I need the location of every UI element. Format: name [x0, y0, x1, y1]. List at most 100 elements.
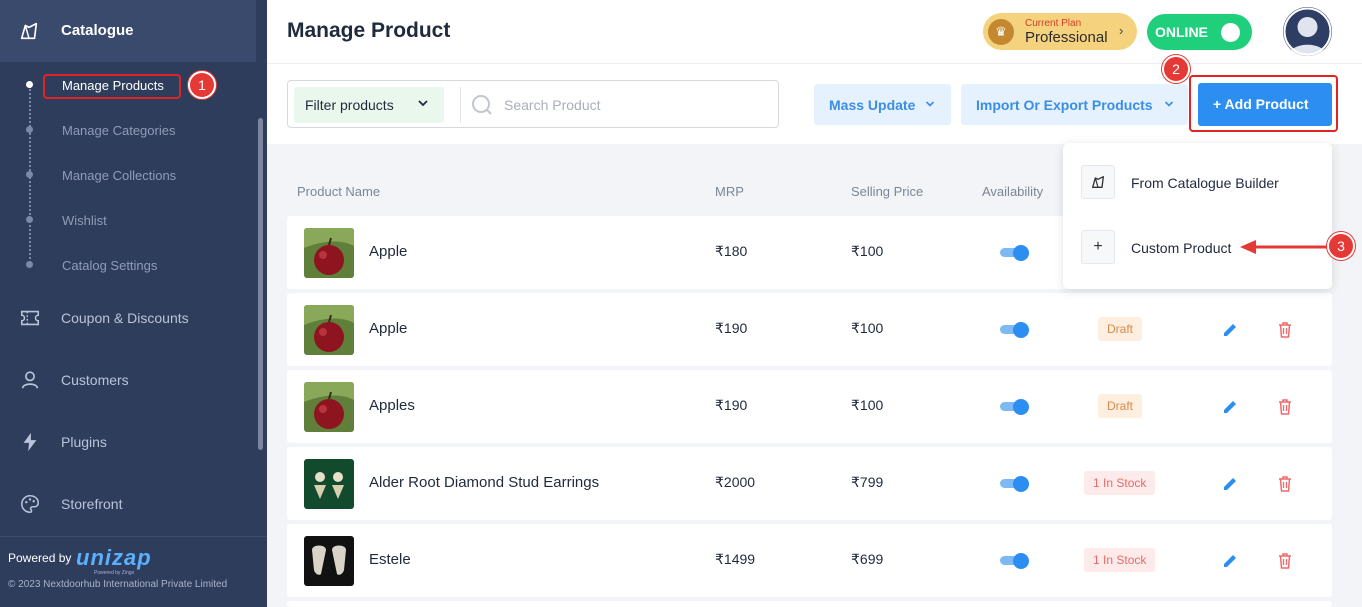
search-input[interactable]: [504, 91, 764, 119]
availability-toggle[interactable]: [1000, 553, 1029, 569]
coupon-icon: [20, 310, 40, 326]
product-thumbnail: [304, 305, 354, 355]
sidebar-item-label: Plugins: [61, 434, 107, 450]
crown-icon: ♛: [988, 19, 1014, 45]
sidebar-item-label: Coupon & Discounts: [61, 310, 189, 326]
dropdown-item-label: Custom Product: [1131, 240, 1232, 256]
sidebar-item-coupons[interactable]: Coupon & Discounts: [0, 298, 256, 338]
annotation-arrow-3: [1240, 240, 1328, 254]
sidebar-footer: Powered by unizap Powered by Zingo © 202…: [0, 536, 267, 607]
product-name[interactable]: Apple: [369, 243, 407, 260]
status-badge: Draft: [1098, 317, 1143, 341]
avatar-icon: [1283, 7, 1332, 56]
edit-icon[interactable]: [1221, 475, 1239, 493]
table-row[interactable]: Alder Root Diamond Stud Earrings ₹2000 ₹…: [287, 447, 1332, 520]
product-thumbnail: [304, 382, 354, 432]
annotation-box-2: [1189, 75, 1338, 132]
table-row[interactable]: Apple ₹190 ₹100 Draft: [287, 293, 1332, 366]
edit-icon[interactable]: [1221, 398, 1239, 416]
product-name[interactable]: Alder Root Diamond Stud Earrings: [369, 474, 599, 491]
import-export-button[interactable]: Import Or Export Products: [961, 84, 1188, 125]
plus-icon: +: [1081, 230, 1115, 264]
dropdown-item-from-catalogue-builder[interactable]: From Catalogue Builder: [1081, 165, 1316, 201]
divider: [460, 87, 461, 123]
sidebar-item-catalogue[interactable]: Catalogue: [0, 0, 256, 62]
mass-update-label: Mass Update: [829, 97, 916, 113]
edit-icon[interactable]: [1221, 552, 1239, 570]
product-name[interactable]: Estele: [369, 551, 411, 568]
availability-toggle[interactable]: [1000, 322, 1029, 338]
chevron-down-icon: [1164, 101, 1174, 107]
online-toggle[interactable]: ONLINE: [1147, 14, 1252, 50]
column-header-availability: Availability: [982, 184, 1044, 199]
top-header: Manage Product ♛ Current Plan Profession…: [267, 0, 1362, 64]
product-mrp: ₹1499: [715, 551, 756, 567]
submenu-dot-active: [26, 81, 33, 88]
status-badge: Draft: [1098, 394, 1143, 418]
sidebar-scrollbar[interactable]: [258, 118, 263, 450]
brand-sub: Powered by Zingo: [94, 570, 135, 576]
powered-by-label: Powered by: [8, 551, 72, 565]
filter-products-button[interactable]: Filter products: [294, 87, 444, 123]
product-thumbnail: [304, 228, 354, 278]
submenu-dot: [26, 261, 33, 268]
table-row[interactable]: Apples ₹190 ₹100 Draft: [287, 370, 1332, 443]
annotation-badge-2: 2: [1162, 55, 1190, 83]
product-mrp: ₹180: [715, 243, 748, 259]
availability-toggle[interactable]: [1000, 399, 1029, 415]
online-label: ONLINE: [1155, 24, 1208, 40]
dropdown-item-label: From Catalogue Builder: [1131, 175, 1279, 191]
status-badge: 1 In Stock: [1084, 471, 1156, 495]
availability-toggle[interactable]: [1000, 476, 1029, 492]
sidebar-item-label: Storefront: [61, 496, 123, 512]
product-selling-price: ₹699: [851, 551, 884, 567]
submenu-dot: [26, 171, 33, 178]
toggle-knob: [1221, 23, 1240, 42]
column-header-product-name: Product Name: [297, 184, 381, 199]
import-export-label: Import Or Export Products: [976, 97, 1153, 113]
annotation-box-1: [43, 74, 181, 99]
mass-update-button[interactable]: Mass Update: [814, 84, 951, 125]
product-name[interactable]: Apple: [369, 320, 407, 337]
palette-icon: [21, 494, 40, 514]
current-plan-button[interactable]: ♛ Current Plan Professional ›: [983, 13, 1137, 50]
sidebar-item-plugins[interactable]: Plugins: [0, 422, 256, 462]
trash-icon[interactable]: [1276, 321, 1294, 339]
annotation-badge-1: 1: [188, 71, 216, 99]
table-row[interactable]: Estele ₹1499 ₹699 1 In Stock: [287, 524, 1332, 597]
sidebar-subitem-catalog-settings[interactable]: Catalog Settings: [62, 258, 157, 273]
avatar[interactable]: [1283, 7, 1332, 56]
filter-label: Filter products: [305, 97, 394, 113]
product-thumbnail: [304, 536, 354, 586]
catalogue-icon: [20, 22, 38, 40]
sidebar-item-storefront[interactable]: Storefront: [0, 484, 256, 524]
bolt-icon: [23, 432, 37, 452]
trash-icon[interactable]: [1276, 552, 1294, 570]
chevron-down-icon: [418, 100, 428, 107]
search-icon: [472, 95, 492, 115]
product-thumbnail: [304, 459, 354, 509]
sidebar-item-customers[interactable]: Customers: [0, 360, 256, 400]
annotation-badge-3: 3: [1327, 232, 1355, 260]
catalogue-icon: [1081, 165, 1115, 199]
product-mrp: ₹190: [715, 320, 748, 336]
availability-toggle[interactable]: [1000, 245, 1029, 261]
submenu-dot: [26, 126, 33, 133]
sidebar-subitem-manage-collections[interactable]: Manage Collections: [62, 168, 176, 183]
trash-icon[interactable]: [1276, 475, 1294, 493]
table-row[interactable]: [287, 601, 1332, 607]
product-mrp: ₹2000: [715, 474, 756, 490]
product-mrp: ₹190: [715, 397, 748, 413]
sidebar-subitem-manage-categories[interactable]: Manage Categories: [62, 123, 175, 138]
product-selling-price: ₹100: [851, 320, 884, 336]
product-name[interactable]: Apples: [369, 397, 415, 414]
sidebar-subitem-wishlist[interactable]: Wishlist: [62, 213, 107, 228]
product-selling-price: ₹799: [851, 474, 884, 490]
trash-icon[interactable]: [1276, 398, 1294, 416]
page-title: Manage Product: [287, 19, 451, 42]
edit-icon[interactable]: [1221, 321, 1239, 339]
column-header-selling-price: Selling Price: [851, 184, 924, 199]
chevron-down-icon: [925, 101, 935, 107]
column-header-mrp: MRP: [715, 184, 744, 199]
unizap-logo: unizap: [76, 545, 152, 570]
